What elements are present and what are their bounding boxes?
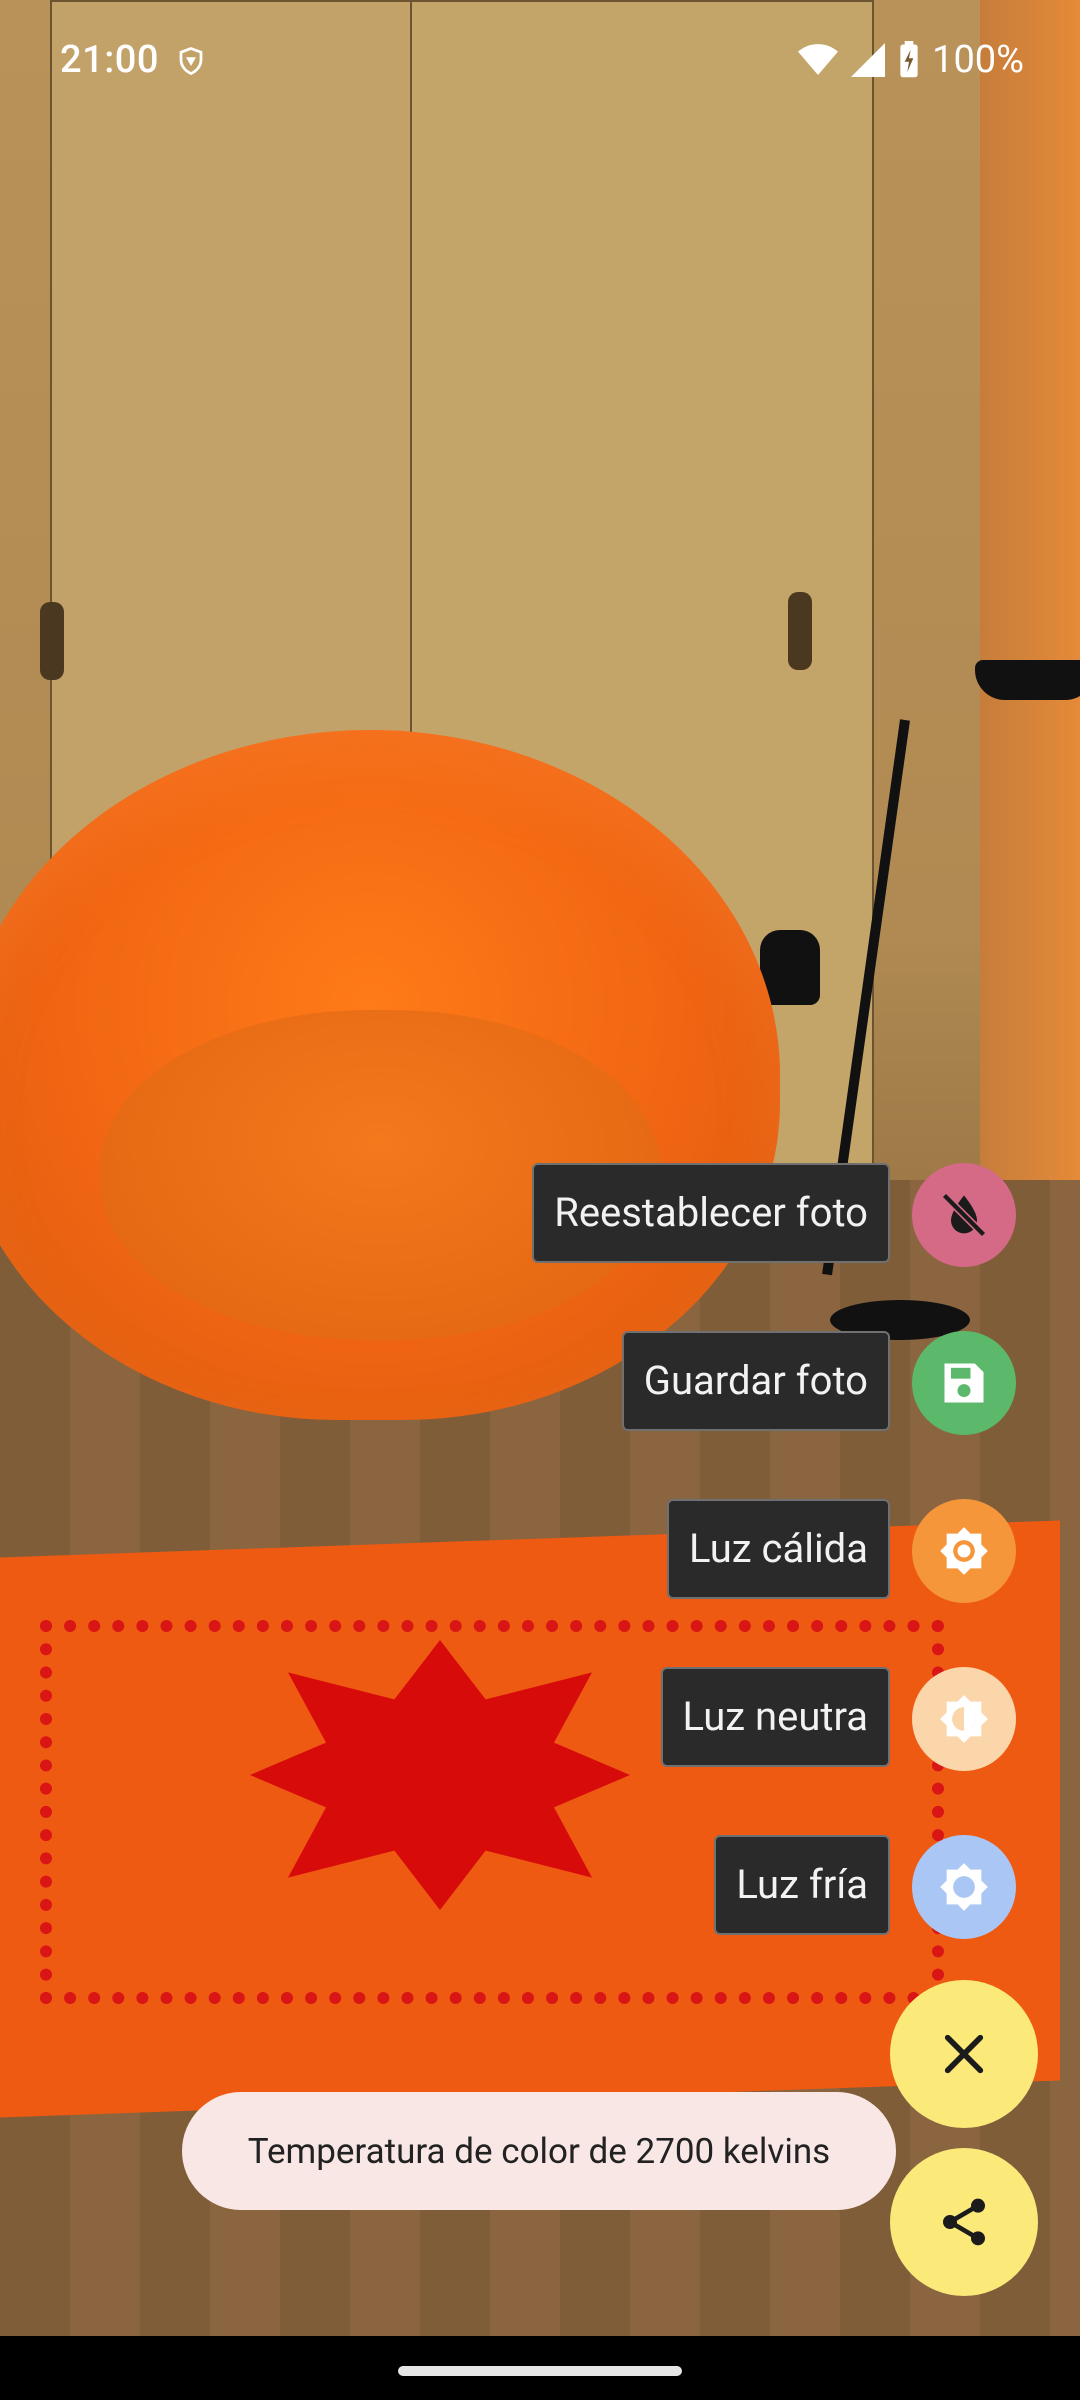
reset-photo-icon	[941, 1192, 987, 1238]
floor-lamp-head	[975, 660, 1080, 700]
menu-item-reset-photo[interactable]: Reestablecer foto	[0, 1163, 1080, 1267]
share-icon	[943, 2198, 985, 2246]
save-icon	[944, 1363, 984, 1403]
menu-item-cool-light[interactable]: Luz fría	[0, 1835, 1080, 1939]
brightness-medium-icon	[940, 1695, 988, 1743]
menu-item-save-photo[interactable]: Guardar foto	[0, 1331, 1080, 1435]
brightness-low-icon	[940, 1863, 988, 1911]
menu-item-label[interactable]: Luz fría	[714, 1835, 890, 1935]
close-icon	[944, 2034, 984, 2074]
reading-lamp-head	[760, 930, 820, 1005]
battery-charging-icon	[900, 41, 918, 78]
status-icons: 100%	[798, 38, 1024, 82]
vpn-shield-icon	[179, 47, 203, 76]
cool-light-button[interactable]	[912, 1835, 1016, 1939]
battery-percentage: 100%	[932, 38, 1024, 82]
hallway	[980, 0, 1080, 1220]
status-time: 21:00	[60, 38, 159, 82]
snackbar-text: Temperatura de color de 2700 kelvins	[247, 2130, 831, 2172]
color-temperature-snackbar: Temperatura de color de 2700 kelvins	[182, 2092, 896, 2210]
status-bar: 21:00 100%	[0, 0, 1080, 130]
save-photo-button[interactable]	[912, 1331, 1016, 1435]
signal-icon	[851, 43, 886, 77]
warm-light-button[interactable]	[912, 1499, 1016, 1603]
wifi-icon	[798, 44, 839, 75]
menu-item-neutral-light[interactable]: Luz neutra	[0, 1667, 1080, 1771]
menu-item-label[interactable]: Luz neutra	[660, 1667, 890, 1767]
navigation-bar	[0, 2336, 1080, 2400]
neutral-light-button[interactable]	[912, 1667, 1016, 1771]
share-button[interactable]	[890, 2148, 1038, 2296]
reset-photo-button[interactable]	[912, 1163, 1016, 1267]
menu-item-warm-light[interactable]: Luz cálida	[0, 1499, 1080, 1603]
home-gesture-handle[interactable]	[398, 2366, 682, 2376]
brightness-high-icon	[940, 1527, 988, 1575]
menu-item-label[interactable]: Guardar foto	[621, 1331, 890, 1431]
menu-item-label[interactable]: Luz cálida	[667, 1499, 890, 1599]
close-menu-button[interactable]	[890, 1980, 1038, 2128]
menu-item-label[interactable]: Reestablecer foto	[532, 1163, 890, 1263]
